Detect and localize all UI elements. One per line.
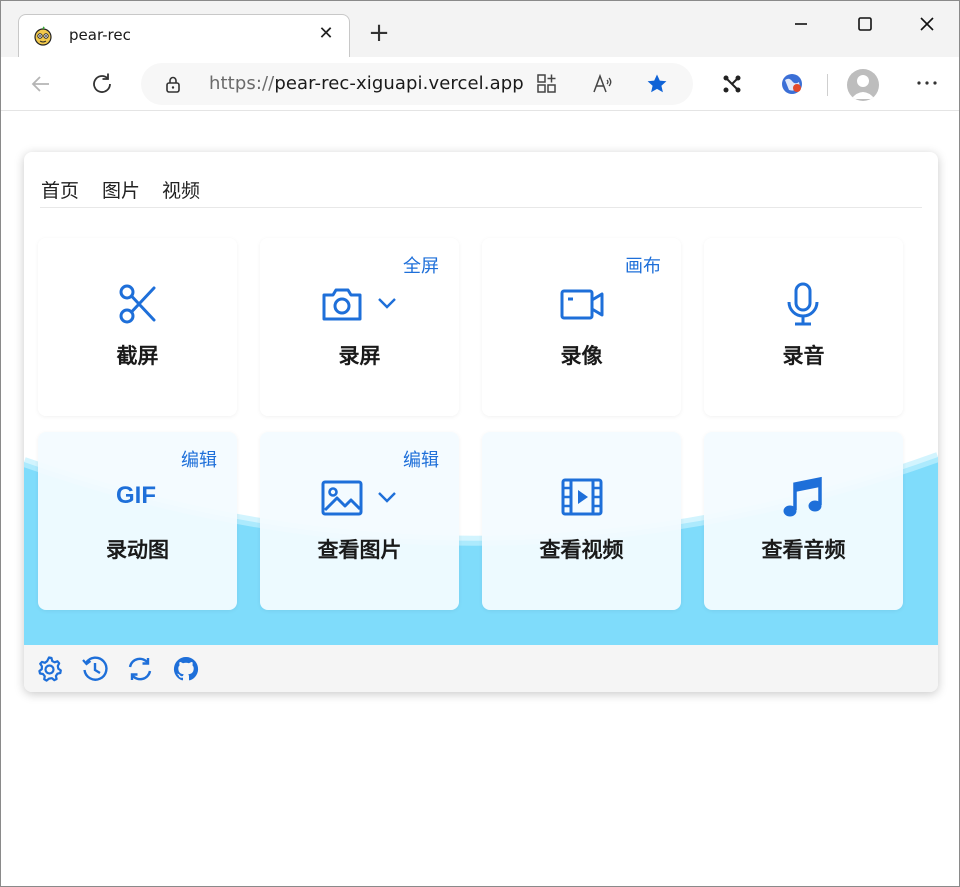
history-icon[interactable]	[81, 655, 109, 683]
toolbar-separator	[827, 74, 828, 96]
maximize-icon[interactable]	[852, 11, 878, 37]
tile-gif-record[interactable]: 编辑 GIF 录动图	[38, 432, 237, 610]
tile-label: 查看视频	[539, 538, 624, 562]
gif-icon: GIF	[116, 482, 156, 509]
profile-avatar[interactable]	[847, 69, 879, 101]
page-content: 首页 图片 视频 截屏 全屏 录屏 画布 录像 录音 编辑 GIF 录动图 编辑…	[1, 112, 959, 886]
film-icon	[561, 478, 603, 516]
canvas-link[interactable]: 画布	[625, 252, 661, 278]
new-tab-button[interactable]: +	[367, 20, 391, 46]
fullscreen-link[interactable]: 全屏	[403, 252, 439, 278]
scissors-icon	[119, 284, 156, 324]
settings-icon[interactable]	[35, 655, 63, 683]
minimize-icon[interactable]	[788, 11, 814, 37]
refresh-icon[interactable]	[126, 655, 154, 683]
url-protocol: https://	[209, 73, 275, 94]
browser-tab[interactable]: pear-rec ✕	[18, 14, 350, 58]
lock-icon[interactable]	[163, 74, 183, 94]
music-note-icon	[783, 476, 822, 517]
chevron-down-icon[interactable]	[376, 282, 398, 326]
tile-label: 查看音频	[761, 538, 846, 562]
tile-label: 录动图	[106, 538, 169, 562]
url-host: pear-rec-xiguapi.vercel.app	[274, 73, 524, 94]
edit-link[interactable]: 编辑	[403, 446, 439, 472]
edit-link[interactable]: 编辑	[181, 446, 217, 472]
menu-item-home[interactable]: 首页	[41, 176, 79, 203]
tile-screen-record[interactable]: 全屏 录屏	[260, 238, 459, 416]
browser-window: pear-rec ✕ + https://pear-rec-xiguapi.ve…	[0, 0, 960, 887]
user-icon	[851, 75, 875, 99]
tile-label: 查看图片	[317, 538, 402, 562]
extensions-icon[interactable]	[719, 71, 745, 97]
app-available-icon[interactable]	[536, 73, 558, 95]
footer-toolbar	[24, 645, 938, 692]
menu-item-images[interactable]: 图片	[102, 176, 140, 203]
tile-label: 录像	[560, 344, 603, 368]
menu-item-videos[interactable]: 视频	[162, 176, 200, 203]
tile-video-record[interactable]: 画布 录像	[482, 238, 681, 416]
tile-audio-record[interactable]: 录音	[704, 238, 903, 416]
title-bar: pear-rec ✕ +	[1, 1, 959, 58]
read-aloud-icon[interactable]	[591, 73, 613, 95]
tile-label: 截屏	[116, 344, 159, 368]
top-menu: 首页 图片 视频	[40, 174, 922, 208]
tab-title: pear-rec	[69, 26, 131, 44]
address-bar[interactable]: https://pear-rec-xiguapi.vercel.app	[141, 63, 693, 105]
tab-close-icon[interactable]: ✕	[315, 23, 337, 45]
tile-label: 录音	[782, 344, 825, 368]
url-text[interactable]: https://pear-rec-xiguapi.vercel.app	[209, 73, 524, 94]
tile-label: 录屏	[338, 344, 381, 368]
tile-view-videos[interactable]: 查看视频	[482, 432, 681, 610]
tile-view-audio[interactable]: 查看音频	[704, 432, 903, 610]
tile-view-images[interactable]: 编辑 查看图片	[260, 432, 459, 610]
wave-background	[24, 452, 938, 645]
more-menu-icon[interactable]	[915, 69, 939, 97]
favorite-star-icon[interactable]	[646, 73, 668, 95]
close-window-icon[interactable]	[914, 11, 940, 37]
github-icon[interactable]	[172, 655, 200, 683]
app-card: 首页 图片 视频 截屏 全屏 录屏 画布 录像 录音 编辑 GIF 录动图 编辑…	[24, 152, 938, 692]
pear-favicon-icon	[34, 26, 52, 46]
image-icon	[321, 480, 363, 516]
chevron-down-icon[interactable]	[376, 476, 398, 520]
reload-icon[interactable]	[88, 70, 116, 98]
extension-globe-icon[interactable]	[779, 71, 805, 97]
camera-icon	[322, 288, 362, 321]
back-arrow-icon[interactable]	[27, 70, 55, 98]
tile-screenshot[interactable]: 截屏	[38, 238, 237, 416]
navigation-bar: https://pear-rec-xiguapi.vercel.app	[1, 57, 959, 111]
microphone-icon	[787, 282, 819, 326]
video-camera-icon	[560, 289, 604, 320]
